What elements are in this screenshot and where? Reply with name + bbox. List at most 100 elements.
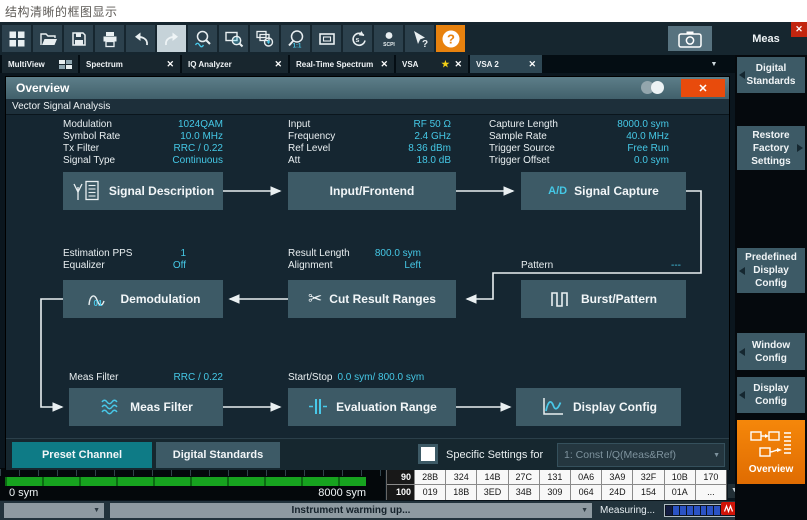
preset-channel-button[interactable]: Preset Channel: [12, 442, 152, 468]
submenu-arrow-icon: [739, 71, 745, 79]
status-selector-dropdown[interactable]: ▼: [4, 503, 104, 518]
redo-icon: [162, 29, 182, 49]
dialog-titlebar: Overview ✕: [6, 77, 729, 99]
page: 结构清晰的框图显示: [0, 0, 807, 520]
sidebar-overview-button[interactable]: Overview: [737, 420, 805, 484]
dialog-title: Overview: [16, 81, 69, 95]
sidebar-window-config-button[interactable]: Window Config: [737, 333, 805, 370]
tab-close-icon[interactable]: ✕: [274, 59, 282, 70]
zoom-multi-window-icon: [255, 29, 275, 49]
zoom-signal-button[interactable]: [188, 25, 217, 52]
capture-scale-ticks: [0, 469, 385, 476]
sidebar-display-config-button[interactable]: Display Config: [737, 377, 805, 413]
zoom-window-button[interactable]: [219, 25, 248, 52]
tab-close-icon[interactable]: ✕: [166, 59, 174, 70]
checkbox-box: [421, 447, 435, 461]
status-message-dropdown[interactable]: Instrument warming up... ▼: [110, 503, 592, 518]
save-icon: [69, 29, 89, 49]
submenu-arrow-icon: [797, 144, 803, 152]
zoom-one-to-one-button[interactable]: 1:1: [281, 25, 310, 52]
burst-pattern-icon: [550, 287, 574, 311]
context-help-button[interactable]: ?: [405, 25, 434, 52]
signal-description-block[interactable]: Signal Description: [63, 172, 223, 210]
softkey-sidebar: Digital Standards Restore Factory Settin…: [735, 55, 807, 520]
dialog-transparency-toggle[interactable]: [641, 81, 667, 95]
meas-filter-block[interactable]: Meas Filter: [69, 388, 223, 426]
scpi-recorder-icon: SCPI: [378, 29, 400, 49]
tab-iq-analyzer[interactable]: IQ Analyzer ✕: [182, 55, 288, 73]
status-message: Instrument warming up...: [292, 505, 411, 516]
continuous-sweep-button[interactable]: s: [343, 25, 372, 52]
capture-buffer-window: 0 sym 8000 sym: [0, 468, 385, 500]
fit-screen-button[interactable]: [312, 25, 341, 52]
tab-list-caret[interactable]: ▼: [705, 60, 723, 70]
specific-settings-label: Specific Settings for: [446, 449, 543, 461]
open-file-button[interactable]: [33, 25, 62, 52]
table-row: 100 019 18B 3ED 34B 309 064 24D 154 01A …: [387, 485, 726, 500]
save-button[interactable]: [64, 25, 93, 52]
demodulation-icon: 01: [86, 287, 114, 311]
context-help-icon: ?: [410, 29, 430, 49]
zoom-one-to-one-icon: 1:1: [286, 29, 306, 49]
window-close-button[interactable]: ✕: [791, 22, 807, 37]
sidebar-predefined-display-button[interactable]: Predefined Display Config: [737, 248, 805, 293]
menu-title: Meas: [735, 33, 797, 45]
help-button[interactable]: ?: [436, 25, 465, 52]
screenshot-button[interactable]: [668, 26, 712, 51]
specific-settings-checkbox[interactable]: [418, 444, 438, 464]
scissors-icon: ✂: [308, 289, 322, 309]
print-button[interactable]: [95, 25, 124, 52]
screenshot-camera-icon: [677, 29, 703, 49]
continuous-sweep-icon: s: [348, 29, 368, 49]
submenu-arrow-icon: [739, 348, 745, 356]
overview-dialog: Overview ✕ Vector Signal Analysis: [5, 76, 730, 470]
ad-converter-icon: A/D: [548, 185, 567, 197]
demodulation-block[interactable]: 01 Demodulation: [63, 280, 223, 318]
caret-down-icon: ▼: [713, 452, 720, 459]
tab-close-icon[interactable]: ✕: [454, 59, 462, 70]
tab-realtime-spectrum[interactable]: Real-Time Spectrum ✕: [290, 55, 394, 73]
display-config-block[interactable]: Display Config: [516, 388, 681, 426]
svg-text:SCPI: SCPI: [383, 42, 395, 48]
tab-vsa[interactable]: VSA ★ ✕: [396, 55, 468, 73]
cut-result-ranges-block[interactable]: ✂ Cut Result Ranges: [288, 280, 456, 318]
scpi-recorder-button[interactable]: SCPI: [374, 25, 403, 52]
dialog-close-button[interactable]: ✕: [681, 79, 725, 97]
zoom-multi-window-button[interactable]: [250, 25, 279, 52]
submenu-arrow-icon: [739, 391, 745, 399]
burst-pattern-block[interactable]: Burst/Pattern: [521, 280, 686, 318]
tab-multiview[interactable]: MultiView: [2, 55, 78, 73]
undo-button[interactable]: [126, 25, 155, 52]
input-frontend-block[interactable]: Input/Frontend: [288, 172, 456, 210]
svg-text:?: ?: [447, 31, 455, 46]
capture-start-label: 0 sym: [9, 487, 38, 499]
channel-tabbar: MultiView Spectrum ✕ IQ Analyzer ✕ Real-…: [0, 55, 735, 73]
toolbar: 1:1 s SCPI: [0, 22, 807, 55]
sidebar-restore-factory-button[interactable]: Restore Factory Settings: [737, 126, 805, 170]
specific-window-dropdown[interactable]: 1: Const I/Q(Meas&Ref) ▼: [557, 443, 725, 467]
evaluation-range-block[interactable]: Evaluation Range: [288, 388, 456, 426]
dialog-footer: Preset Channel Digital Standards Specifi…: [6, 438, 729, 470]
measuring-label: Measuring...: [600, 505, 655, 516]
tab-star-icon: ★: [441, 59, 449, 70]
signal-capture-block[interactable]: A/D Signal Capture: [521, 172, 686, 210]
tab-close-icon[interactable]: ✕: [528, 59, 536, 70]
cut-result-params: Result Length800.0 sym AlignmentLeft: [288, 248, 421, 272]
statusbar: ▼ Instrument warming up... ▼ Measuring..…: [0, 500, 735, 520]
capture-end-label: 8000 sym: [250, 487, 366, 499]
redo-button[interactable]: [157, 25, 186, 52]
tab-vsa2[interactable]: VSA 2 ✕: [470, 55, 542, 73]
fit-screen-icon: [317, 29, 337, 49]
digital-standards-button[interactable]: Digital Standards: [156, 442, 280, 468]
windows-button[interactable]: [2, 25, 31, 52]
tab-spectrum[interactable]: Spectrum ✕: [80, 55, 180, 73]
table-row: 90 28B 324 14B 27C 131 0A6 3A9 32F 10B 1…: [387, 470, 726, 485]
signal-capture-params: Capture Length8000.0 sym Sample Rate40.0…: [489, 119, 669, 167]
evaluation-range-params: Start/Stop0.0 sym/ 800.0 sym: [288, 372, 468, 384]
svg-text:1:1: 1:1: [292, 43, 301, 49]
sidebar-digital-standards-button[interactable]: Digital Standards: [737, 57, 805, 93]
zoom-signal-icon: [193, 29, 213, 49]
signal-description-params: Modulation1024QAM Symbol Rate10.0 MHz Tx…: [63, 119, 223, 167]
print-icon: [100, 29, 120, 49]
tab-close-icon[interactable]: ✕: [380, 59, 388, 70]
